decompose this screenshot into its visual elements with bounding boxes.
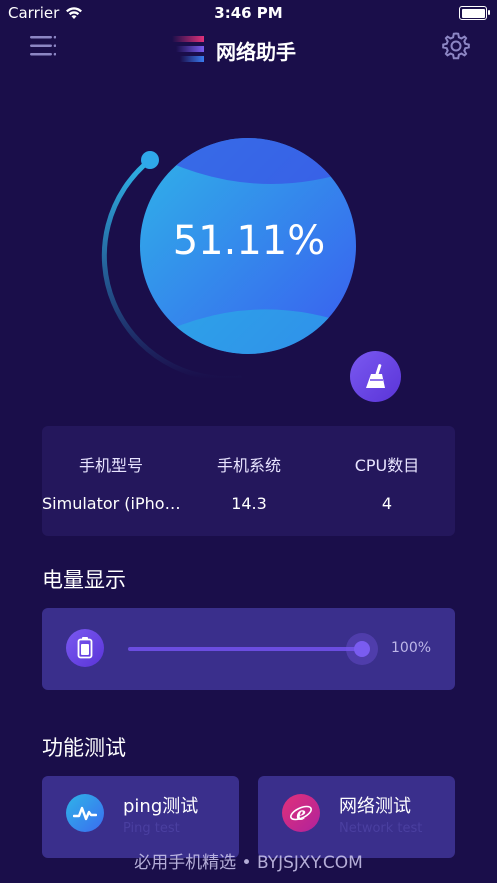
menu-icon[interactable] (30, 34, 56, 58)
svg-text:e: e (296, 801, 305, 825)
info-label: 手机系统 (216, 456, 281, 475)
info-col-system: 手机系统 14.3 (180, 452, 318, 513)
wave-icon (66, 794, 104, 832)
status-time: 3:46 PM (214, 4, 283, 22)
function-section-title: 功能测试 (42, 736, 126, 760)
network-test-subtitle: Network test (339, 821, 423, 836)
ping-test-title: ping测试 (123, 796, 199, 817)
app-logo-icon (172, 36, 204, 62)
watermark-text: 必用手机精选 • BYJSJXY.COM (134, 853, 363, 873)
info-col-cpu: CPU数目 4 (318, 452, 456, 513)
info-col-model: 手机型号 Simulator (iPho… (42, 452, 180, 513)
info-value: 14.3 (231, 494, 267, 513)
ping-test-card[interactable]: ping测试 Ping test (42, 776, 239, 858)
battery-card: 100% (42, 608, 455, 690)
battery-status-icon (459, 6, 490, 20)
gauge-handle (141, 151, 159, 169)
info-label: CPU数目 (354, 456, 420, 475)
battery-icon (66, 629, 104, 667)
battery-slider-track[interactable] (128, 647, 362, 651)
ping-test-subtitle: Ping test (123, 821, 180, 836)
battery-section-title: 电量显示 (42, 568, 126, 592)
gear-icon[interactable] (441, 31, 471, 61)
network-test-title: 网络测试 (339, 796, 411, 817)
info-value: 4 (381, 494, 393, 513)
page-title: 网络助手 (216, 40, 296, 64)
clean-button[interactable] (350, 351, 401, 402)
battery-slider-knob[interactable] (354, 641, 370, 657)
network-test-card[interactable]: e 网络测试 Network test (258, 776, 455, 858)
info-value: Simulator (iPho… (42, 494, 180, 513)
usage-gauge (101, 138, 356, 382)
battery-percent: 100% (391, 640, 432, 656)
nav-bar: 网络助手 (0, 28, 497, 68)
info-label: 手机型号 (78, 456, 143, 475)
broom-icon (365, 363, 385, 388)
usage-percent: 51.11% (172, 218, 326, 264)
browser-e-icon: e (282, 794, 320, 832)
status-bar: Carrier 3:46 PM (0, 0, 497, 26)
device-info-card: 手机型号 Simulator (iPho… 手机系统 14.3 CPU数目 4 (42, 426, 455, 536)
